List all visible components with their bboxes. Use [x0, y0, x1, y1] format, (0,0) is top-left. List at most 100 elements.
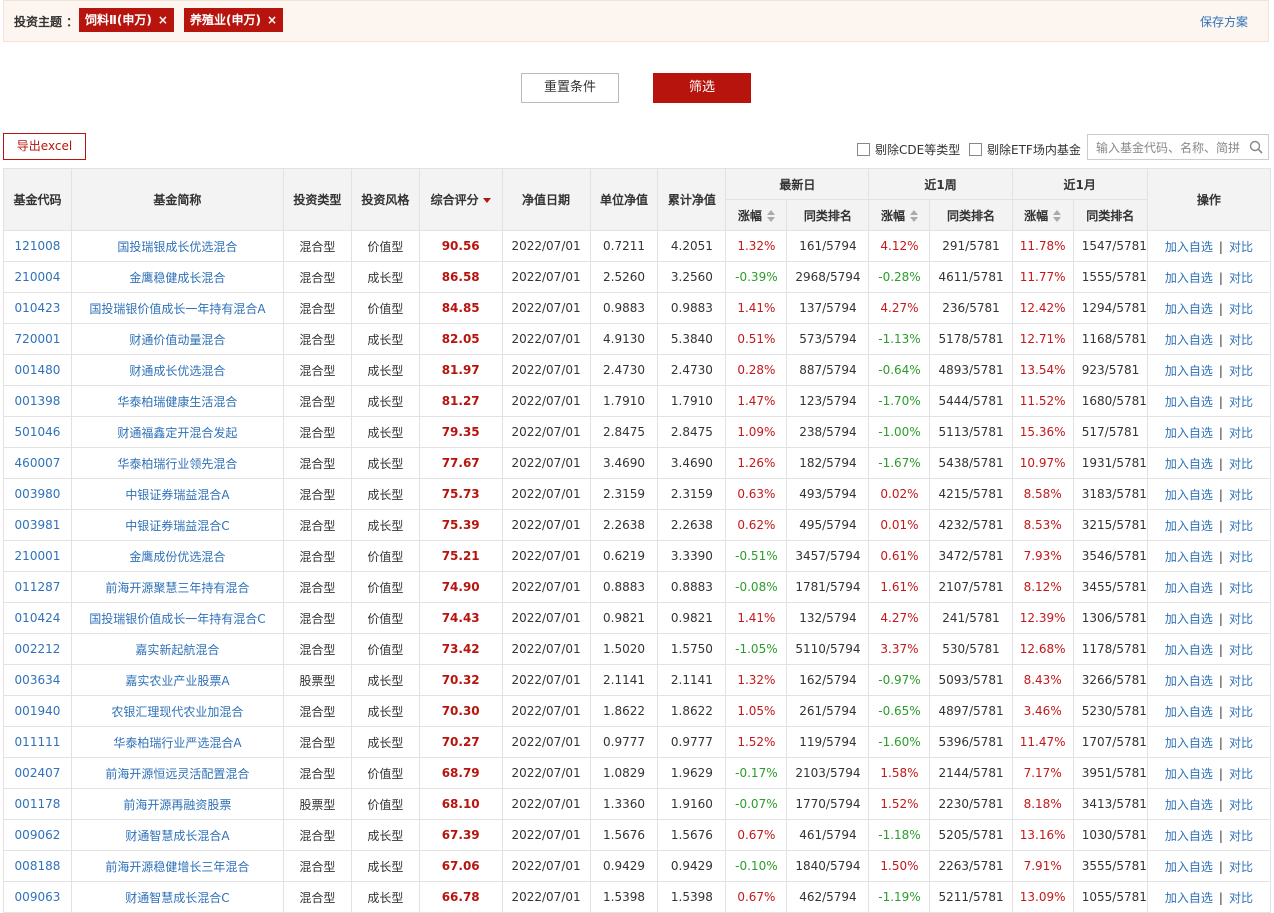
remove-tag-icon[interactable]: × — [267, 13, 277, 27]
fund-code[interactable]: 210004 — [15, 270, 61, 284]
fund-name-cell[interactable]: 财通福鑫定开混合发起 — [70, 416, 284, 448]
fund-code-link[interactable]: 003634 — [3, 664, 72, 696]
add-watchlist-link[interactable]: 加入自选 — [1165, 457, 1213, 471]
fund-name-link[interactable]: 农银汇理现代农业加混合 — [111, 705, 243, 719]
add-watchlist-link[interactable]: 加入自选 — [1165, 860, 1213, 874]
sort-icon[interactable] — [1053, 209, 1062, 222]
sort-desc-icon[interactable] — [482, 198, 491, 203]
fund-name-cell[interactable]: 中银证券瑞益混合A — [70, 478, 284, 510]
filter-button[interactable]: 筛选 — [653, 73, 751, 103]
add-watchlist-link[interactable]: 加入自选 — [1165, 612, 1213, 626]
fund-name-link[interactable]: 财通智慧成长混合A — [125, 829, 229, 843]
add-watchlist-link[interactable]: 加入自选 — [1165, 519, 1213, 533]
add-watchlist-link[interactable]: 加入自选 — [1165, 550, 1213, 564]
fund-code-link[interactable]: 011111 — [3, 726, 72, 758]
fund-name-cell[interactable]: 前海开源再融资股票 — [70, 788, 284, 820]
header-latest-chg[interactable]: 涨幅 — [725, 199, 788, 231]
add-watchlist-link[interactable]: 加入自选 — [1165, 829, 1213, 843]
add-watchlist-link[interactable]: 加入自选 — [1165, 674, 1213, 688]
add-watchlist-link[interactable]: 加入自选 — [1165, 581, 1213, 595]
fund-name-link[interactable]: 中银证券瑞益混合C — [125, 519, 229, 533]
add-watchlist-link[interactable]: 加入自选 — [1165, 364, 1213, 378]
fund-code[interactable]: 001398 — [15, 394, 61, 408]
compare-link[interactable]: 对比 — [1229, 333, 1253, 347]
compare-link[interactable]: 对比 — [1229, 612, 1253, 626]
fund-code-link[interactable]: 210004 — [3, 261, 72, 293]
compare-link[interactable]: 对比 — [1229, 705, 1253, 719]
fund-name-cell[interactable]: 华泰柏瑞行业严选混合A — [70, 726, 284, 758]
fund-code[interactable]: 002212 — [15, 642, 61, 656]
fund-name-link[interactable]: 华泰柏瑞行业严选混合A — [113, 736, 241, 750]
fund-name-cell[interactable]: 财通智慧成长混合A — [70, 819, 284, 851]
fund-code-link[interactable]: 001480 — [3, 354, 72, 386]
search-icon[interactable] — [1248, 139, 1264, 155]
compare-link[interactable]: 对比 — [1229, 550, 1253, 564]
compare-link[interactable]: 对比 — [1229, 674, 1253, 688]
reset-button[interactable]: 重置条件 — [521, 73, 619, 103]
remove-tag-icon[interactable]: × — [158, 13, 168, 27]
add-watchlist-link[interactable]: 加入自选 — [1165, 798, 1213, 812]
fund-name-cell[interactable]: 前海开源聚慧三年持有混合 — [70, 571, 284, 603]
compare-link[interactable]: 对比 — [1229, 302, 1253, 316]
add-watchlist-link[interactable]: 加入自选 — [1165, 891, 1213, 905]
fund-name-link[interactable]: 财通价值动量混合 — [129, 333, 225, 347]
add-watchlist-link[interactable]: 加入自选 — [1165, 767, 1213, 781]
fund-code-link[interactable]: 011287 — [3, 571, 72, 603]
tag-breeding[interactable]: 养殖业(申万) × — [184, 8, 284, 32]
fund-name-cell[interactable]: 嘉实农业产业股票A — [70, 664, 284, 696]
header-week-chg[interactable]: 涨幅 — [868, 199, 931, 231]
fund-name-link[interactable]: 金鹰稳健成长混合 — [129, 271, 225, 285]
compare-link[interactable]: 对比 — [1229, 829, 1253, 843]
fund-code-link[interactable]: 460007 — [3, 447, 72, 479]
fund-name-link[interactable]: 前海开源聚慧三年持有混合 — [105, 581, 249, 595]
export-excel-button[interactable]: 导出excel — [3, 133, 86, 160]
fund-name-cell[interactable]: 国投瑞银价值成长一年持有混合C — [70, 602, 284, 634]
fund-name-link[interactable]: 华泰柏瑞行业领先混合 — [117, 457, 237, 471]
fund-name-link[interactable]: 国投瑞银价值成长一年持有混合A — [89, 302, 265, 316]
fund-code[interactable]: 001940 — [15, 704, 61, 718]
add-watchlist-link[interactable]: 加入自选 — [1165, 395, 1213, 409]
fund-code-link[interactable]: 210001 — [3, 540, 72, 572]
compare-link[interactable]: 对比 — [1229, 457, 1253, 471]
fund-code-link[interactable]: 010423 — [3, 292, 72, 324]
compare-link[interactable]: 对比 — [1229, 891, 1253, 905]
fund-name-link[interactable]: 中银证券瑞益混合A — [125, 488, 229, 502]
checkbox-icon[interactable] — [857, 143, 870, 156]
fund-name-cell[interactable]: 农银汇理现代农业加混合 — [70, 695, 284, 727]
compare-link[interactable]: 对比 — [1229, 364, 1253, 378]
add-watchlist-link[interactable]: 加入自选 — [1165, 705, 1213, 719]
compare-link[interactable]: 对比 — [1229, 426, 1253, 440]
fund-name-link[interactable]: 国投瑞银价值成长一年持有混合C — [89, 612, 265, 626]
fund-name-link[interactable]: 金鹰成份优选混合 — [129, 550, 225, 564]
fund-code-link[interactable]: 501046 — [3, 416, 72, 448]
fund-code[interactable]: 001178 — [15, 797, 61, 811]
fund-code-link[interactable]: 008188 — [3, 850, 72, 882]
add-watchlist-link[interactable]: 加入自选 — [1165, 333, 1213, 347]
fund-name-link[interactable]: 嘉实新起航混合 — [135, 643, 219, 657]
fund-code[interactable]: 009062 — [15, 828, 61, 842]
fund-name-cell[interactable]: 前海开源稳健增长三年混合 — [70, 850, 284, 882]
fund-name-cell[interactable]: 嘉实新起航混合 — [70, 633, 284, 665]
fund-name-cell[interactable]: 华泰柏瑞健康生活混合 — [70, 385, 284, 417]
fund-name-cell[interactable]: 华泰柏瑞行业领先混合 — [70, 447, 284, 479]
exclude-etf-checkbox[interactable]: 剔除ETF场内基金 — [969, 141, 1081, 158]
sort-icon[interactable] — [766, 209, 775, 222]
header-month-chg[interactable]: 涨幅 — [1011, 199, 1074, 231]
fund-name-link[interactable]: 华泰柏瑞健康生活混合 — [117, 395, 237, 409]
fund-code[interactable]: 003981 — [15, 518, 61, 532]
compare-link[interactable]: 对比 — [1229, 519, 1253, 533]
header-score[interactable]: 综合评分 — [418, 168, 503, 231]
compare-link[interactable]: 对比 — [1229, 798, 1253, 812]
fund-name-link[interactable]: 前海开源稳健增长三年混合 — [105, 860, 249, 874]
add-watchlist-link[interactable]: 加入自选 — [1165, 488, 1213, 502]
exclude-cde-checkbox[interactable]: 剔除CDE等类型 — [857, 141, 960, 158]
fund-code[interactable]: 002407 — [15, 766, 61, 780]
fund-name-link[interactable]: 嘉实农业产业股票A — [125, 674, 229, 688]
save-scheme-link[interactable]: 保存方案 — [1200, 13, 1248, 30]
fund-name-cell[interactable]: 中银证券瑞益混合C — [70, 509, 284, 541]
add-watchlist-link[interactable]: 加入自选 — [1165, 643, 1213, 657]
fund-name-cell[interactable]: 金鹰稳健成长混合 — [70, 261, 284, 293]
fund-name-link[interactable]: 财通智慧成长混合C — [125, 891, 229, 905]
fund-name-link[interactable]: 国投瑞银成长优选混合 — [117, 240, 237, 254]
compare-link[interactable]: 对比 — [1229, 240, 1253, 254]
